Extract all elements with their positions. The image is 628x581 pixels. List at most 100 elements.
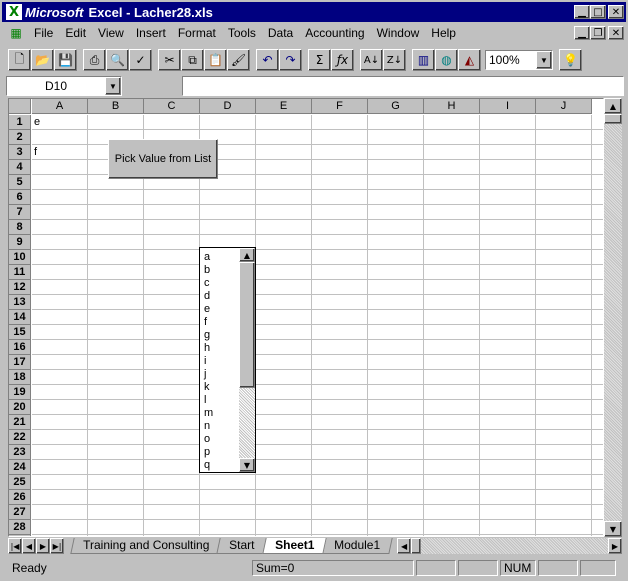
- menu-insert[interactable]: Insert: [130, 26, 172, 40]
- row-header-9[interactable]: 9: [9, 235, 31, 250]
- map-icon[interactable]: ◍: [435, 49, 458, 71]
- sort-ascending-icon[interactable]: A↓: [360, 49, 383, 71]
- row-header-12[interactable]: 12: [9, 280, 31, 295]
- row-header-16[interactable]: 16: [9, 340, 31, 355]
- name-box[interactable]: D10 ▼: [6, 76, 122, 96]
- row-header-17[interactable]: 17: [9, 355, 31, 370]
- column-header-c[interactable]: C: [144, 99, 200, 114]
- worksheet-grid[interactable]: ABCDEFGHIJ 1 2 3 4 5 6 7 8 9 10 11 12 13 14 15 16 17 18 19…: [8, 98, 604, 537]
- menu-tools[interactable]: Tools: [222, 26, 262, 40]
- first-sheet-icon[interactable]: |◀: [8, 538, 22, 554]
- column-header-f[interactable]: F: [312, 99, 368, 114]
- title-bar[interactable]: X Microsoft Excel - Lacher28.xls ▁ □ ✕: [2, 2, 626, 22]
- sort-descending-icon[interactable]: Z↓: [383, 49, 406, 71]
- scroll-up-icon[interactable]: ▲: [239, 248, 255, 262]
- menu-window[interactable]: Window: [371, 26, 426, 40]
- document-icon[interactable]: ▦: [8, 25, 24, 41]
- value-list-box[interactable]: abcdefghijklmnopq ▲ ▼: [199, 247, 256, 473]
- chart-wizard-icon[interactable]: ▥: [412, 49, 435, 71]
- list-item[interactable]: m: [204, 407, 240, 420]
- scroll-right-icon[interactable]: ▶: [608, 538, 622, 554]
- format-painter-icon[interactable]: 🖌: [227, 49, 250, 71]
- column-header-i[interactable]: I: [480, 99, 536, 114]
- list-scrollbar[interactable]: ▲ ▼: [239, 248, 255, 472]
- tab-start[interactable]: Start: [216, 538, 268, 554]
- row-header-20[interactable]: 20: [9, 400, 31, 415]
- doc-restore-button[interactable]: ❐: [590, 26, 606, 40]
- row-header-15[interactable]: 15: [9, 325, 31, 340]
- list-item[interactable]: i: [204, 355, 240, 368]
- row-header-13[interactable]: 13: [9, 295, 31, 310]
- print-preview-icon[interactable]: 🔍: [106, 49, 129, 71]
- spelling-icon[interactable]: ✓: [129, 49, 152, 71]
- row-header-18[interactable]: 18: [9, 370, 31, 385]
- minimize-button[interactable]: ▁: [574, 5, 590, 19]
- list-item[interactable]: j: [204, 368, 240, 381]
- open-folder-icon[interactable]: 📂: [31, 49, 54, 71]
- undo-icon[interactable]: ↶: [256, 49, 279, 71]
- menu-help[interactable]: Help: [425, 26, 462, 40]
- column-header-g[interactable]: G: [368, 99, 424, 114]
- sheet-horizontal-scrollbar[interactable]: ◀ ▶: [397, 538, 622, 554]
- menu-format[interactable]: Format: [172, 26, 222, 40]
- scroll-down-icon[interactable]: ▼: [239, 458, 255, 472]
- paste-icon[interactable]: 📋: [204, 49, 227, 71]
- tab-training-and-consulting[interactable]: Training and Consulting: [70, 538, 223, 554]
- select-all-corner[interactable]: [9, 99, 31, 114]
- maximize-button[interactable]: □: [590, 5, 606, 19]
- row-header-21[interactable]: 21: [9, 415, 31, 430]
- prev-sheet-icon[interactable]: ◀: [22, 538, 36, 554]
- list-item[interactable]: l: [204, 394, 240, 407]
- row-header-23[interactable]: 23: [9, 445, 31, 460]
- row-header-25[interactable]: 25: [9, 475, 31, 490]
- autosum-icon[interactable]: Σ: [308, 49, 331, 71]
- row-header-6[interactable]: 6: [9, 190, 31, 205]
- tip-wizard-icon[interactable]: 💡: [559, 49, 582, 71]
- row-header-8[interactable]: 8: [9, 220, 31, 235]
- list-item[interactable]: o: [204, 433, 240, 446]
- row-header-11[interactable]: 11: [9, 265, 31, 280]
- doc-minimize-button[interactable]: ▁: [574, 26, 590, 40]
- cell-A3[interactable]: f: [32, 145, 37, 159]
- close-button[interactable]: ✕: [608, 5, 624, 19]
- drawing-icon[interactable]: ◭: [458, 49, 481, 71]
- list-item[interactable]: e: [204, 303, 240, 316]
- pick-value-button[interactable]: Pick Value from List: [108, 139, 218, 179]
- row-header-10[interactable]: 10: [9, 250, 31, 265]
- horizontal-scroll-thumb[interactable]: [411, 538, 422, 554]
- new-icon[interactable]: 🗋: [8, 49, 31, 71]
- excel-app-icon[interactable]: X: [6, 4, 22, 20]
- scroll-left-icon[interactable]: ◀: [397, 538, 412, 554]
- list-item[interactable]: a: [204, 251, 240, 264]
- row-header-7[interactable]: 7: [9, 205, 31, 220]
- list-item[interactable]: f: [204, 316, 240, 329]
- menu-data[interactable]: Data: [262, 26, 299, 40]
- list-item[interactable]: k: [204, 381, 240, 394]
- scroll-up-icon[interactable]: ▲: [604, 98, 622, 114]
- next-sheet-icon[interactable]: ▶: [36, 538, 50, 554]
- row-header-22[interactable]: 22: [9, 430, 31, 445]
- list-item[interactable]: h: [204, 342, 240, 355]
- row-header-19[interactable]: 19: [9, 385, 31, 400]
- menu-file[interactable]: File: [28, 26, 59, 40]
- column-header-e[interactable]: E: [256, 99, 312, 114]
- list-item[interactable]: p: [204, 446, 240, 459]
- redo-icon[interactable]: ↷: [279, 49, 302, 71]
- row-header-3[interactable]: 3: [9, 145, 31, 160]
- scroll-down-icon[interactable]: ▼: [604, 521, 622, 537]
- save-icon[interactable]: 💾: [54, 49, 77, 71]
- function-wizard-icon[interactable]: ƒx: [331, 49, 354, 71]
- chevron-down-icon[interactable]: ▼: [536, 51, 552, 69]
- last-sheet-icon[interactable]: ▶|: [50, 538, 64, 554]
- list-item[interactable]: n: [204, 420, 240, 433]
- column-header-j[interactable]: J: [536, 99, 592, 114]
- chevron-down-icon[interactable]: ▼: [105, 77, 121, 95]
- column-header-b[interactable]: B: [88, 99, 144, 114]
- copy-icon[interactable]: ⧉: [181, 49, 204, 71]
- row-header-5[interactable]: 5: [9, 175, 31, 190]
- tab-sheet1[interactable]: Sheet1: [261, 538, 327, 554]
- cell-A1[interactable]: e: [32, 115, 40, 129]
- row-header-2[interactable]: 2: [9, 130, 31, 145]
- column-header-a[interactable]: A: [32, 99, 88, 114]
- row-header-4[interactable]: 4: [9, 160, 31, 175]
